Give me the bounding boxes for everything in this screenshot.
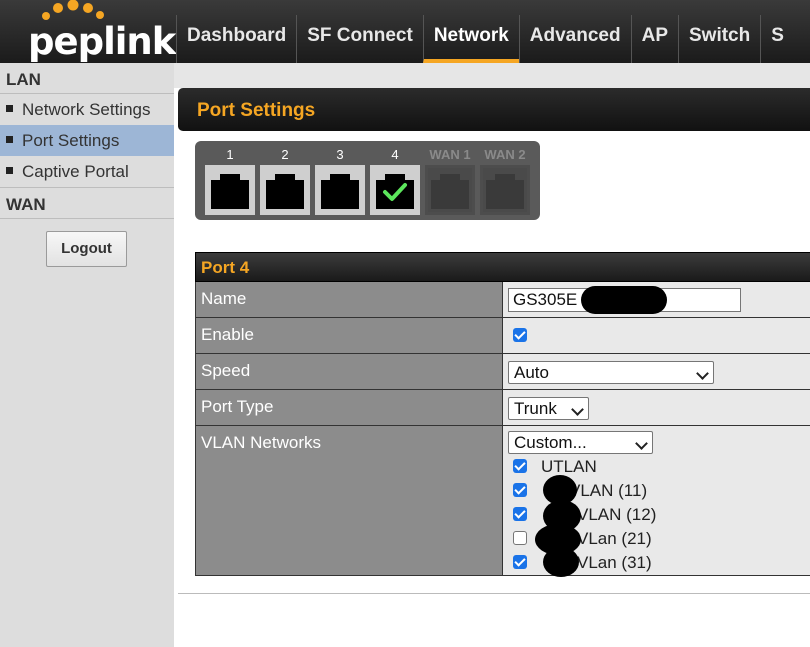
vlan-checkbox[interactable]	[513, 555, 527, 569]
speed-select[interactable]: Auto	[508, 361, 714, 384]
ethernet-port-icon	[315, 165, 365, 215]
chevron-down-icon	[571, 403, 584, 416]
sidebar: LAN Network Settings Port Settings Capti…	[0, 63, 174, 647]
port-1[interactable]: 1	[205, 145, 255, 215]
vlan-mode-value: Custom...	[514, 433, 587, 452]
vlan-checkbox[interactable]	[513, 459, 527, 473]
redaction-mark	[581, 286, 667, 314]
ports-panel: 1 2 3 4 WAN 1 WAN 2	[195, 141, 540, 220]
vlan-checkbox[interactable]	[513, 507, 527, 521]
logo-text: peplink	[28, 20, 176, 63]
enable-label: Enable	[196, 318, 503, 354]
nav-tab-sf-connect[interactable]: SF Connect	[296, 15, 423, 63]
vlan-checkbox[interactable]	[513, 483, 527, 497]
port-settings-table: Port 4 Name GS305E Enable Speed Auto Por…	[195, 252, 810, 577]
port-label: WAN 2	[484, 147, 526, 162]
speed-label: Speed	[196, 354, 503, 390]
row-port-type: Port Type Trunk	[195, 390, 810, 426]
vlan-item-label: VLan (21)	[577, 529, 652, 548]
vlan-item-label: VLAN (12)	[577, 505, 657, 524]
vlan-item-label: VLAN (11)	[569, 481, 648, 500]
port-type-label: Port Type	[196, 390, 503, 426]
vlan-mode-select[interactable]: Custom...	[508, 431, 653, 454]
bullet-icon	[6, 105, 13, 113]
vlan-item-label: VLan (31)	[577, 553, 652, 572]
divider	[178, 593, 810, 594]
port-detail-title: Port 4	[201, 258, 250, 277]
chevron-down-icon	[635, 437, 648, 450]
port-wan-1: WAN 1	[425, 145, 475, 215]
table-header: Port 4	[195, 252, 810, 282]
name-label: Name	[196, 282, 503, 318]
sidebar-item-label: Port Settings	[22, 131, 120, 150]
speed-value: Auto	[514, 363, 549, 382]
sidebar-item-network-settings[interactable]: Network Settings	[0, 94, 174, 125]
enable-checkbox[interactable]	[513, 328, 527, 342]
port-wan-2: WAN 2	[480, 145, 530, 215]
ethernet-port-icon	[260, 165, 310, 215]
content-top-strip	[174, 63, 810, 88]
port-type-value: Trunk	[514, 399, 557, 418]
vlan-item-label: UTLAN	[541, 457, 597, 476]
page-title: Port Settings	[197, 100, 316, 121]
ethernet-port-icon	[480, 165, 530, 215]
logout-button[interactable]: Logout	[46, 231, 127, 267]
row-speed: Speed Auto	[195, 354, 810, 390]
nav-tab-truncated[interactable]: S	[760, 15, 794, 63]
port-type-select[interactable]: Trunk	[508, 397, 589, 420]
port-label: 4	[391, 147, 399, 162]
main-nav: Dashboard SF Connect Network Advanced AP…	[176, 15, 794, 63]
nav-tab-advanced[interactable]: Advanced	[518, 15, 631, 63]
bullet-icon	[6, 167, 13, 175]
peplink-logo[interactable]: peplink	[28, 0, 176, 63]
sidebar-item-label: Network Settings	[22, 100, 151, 119]
sidebar-item-captive-portal[interactable]: Captive Portal	[0, 156, 174, 188]
chevron-down-icon	[696, 367, 709, 380]
bullet-icon	[6, 136, 13, 144]
nav-tab-switch[interactable]: Switch	[678, 15, 760, 63]
port-label: 3	[336, 147, 344, 162]
port-label: 1	[226, 147, 234, 162]
section-header: Port Settings	[178, 88, 810, 131]
sidebar-heading-lan: LAN	[0, 63, 174, 94]
port-2[interactable]: 2	[260, 145, 310, 215]
vlan-networks-label: VLAN Networks	[196, 426, 503, 576]
nav-tab-ap[interactable]: AP	[630, 15, 678, 63]
ethernet-port-icon	[370, 165, 420, 215]
port-4-selected[interactable]: 4	[370, 145, 420, 215]
sidebar-heading-wan[interactable]: WAN	[0, 188, 174, 219]
row-name: Name GS305E	[195, 282, 810, 318]
port-3[interactable]: 3	[315, 145, 365, 215]
top-header: peplink Dashboard SF Connect Network Adv…	[0, 0, 810, 63]
ethernet-port-icon	[205, 165, 255, 215]
port-label: 2	[281, 147, 289, 162]
row-vlan-networks: VLAN Networks Custom... UTLAN VLAN (11) …	[195, 426, 810, 577]
vlan-checkbox[interactable]	[513, 531, 527, 545]
row-enable: Enable	[195, 318, 810, 354]
port-label: WAN 1	[429, 147, 471, 162]
sidebar-item-label: Captive Portal	[22, 162, 129, 181]
redaction-mark	[543, 547, 579, 577]
ethernet-port-icon	[425, 165, 475, 215]
sidebar-item-port-settings[interactable]: Port Settings	[0, 125, 174, 156]
nav-tab-dashboard[interactable]: Dashboard	[176, 15, 296, 63]
nav-tab-network[interactable]: Network	[422, 15, 519, 63]
